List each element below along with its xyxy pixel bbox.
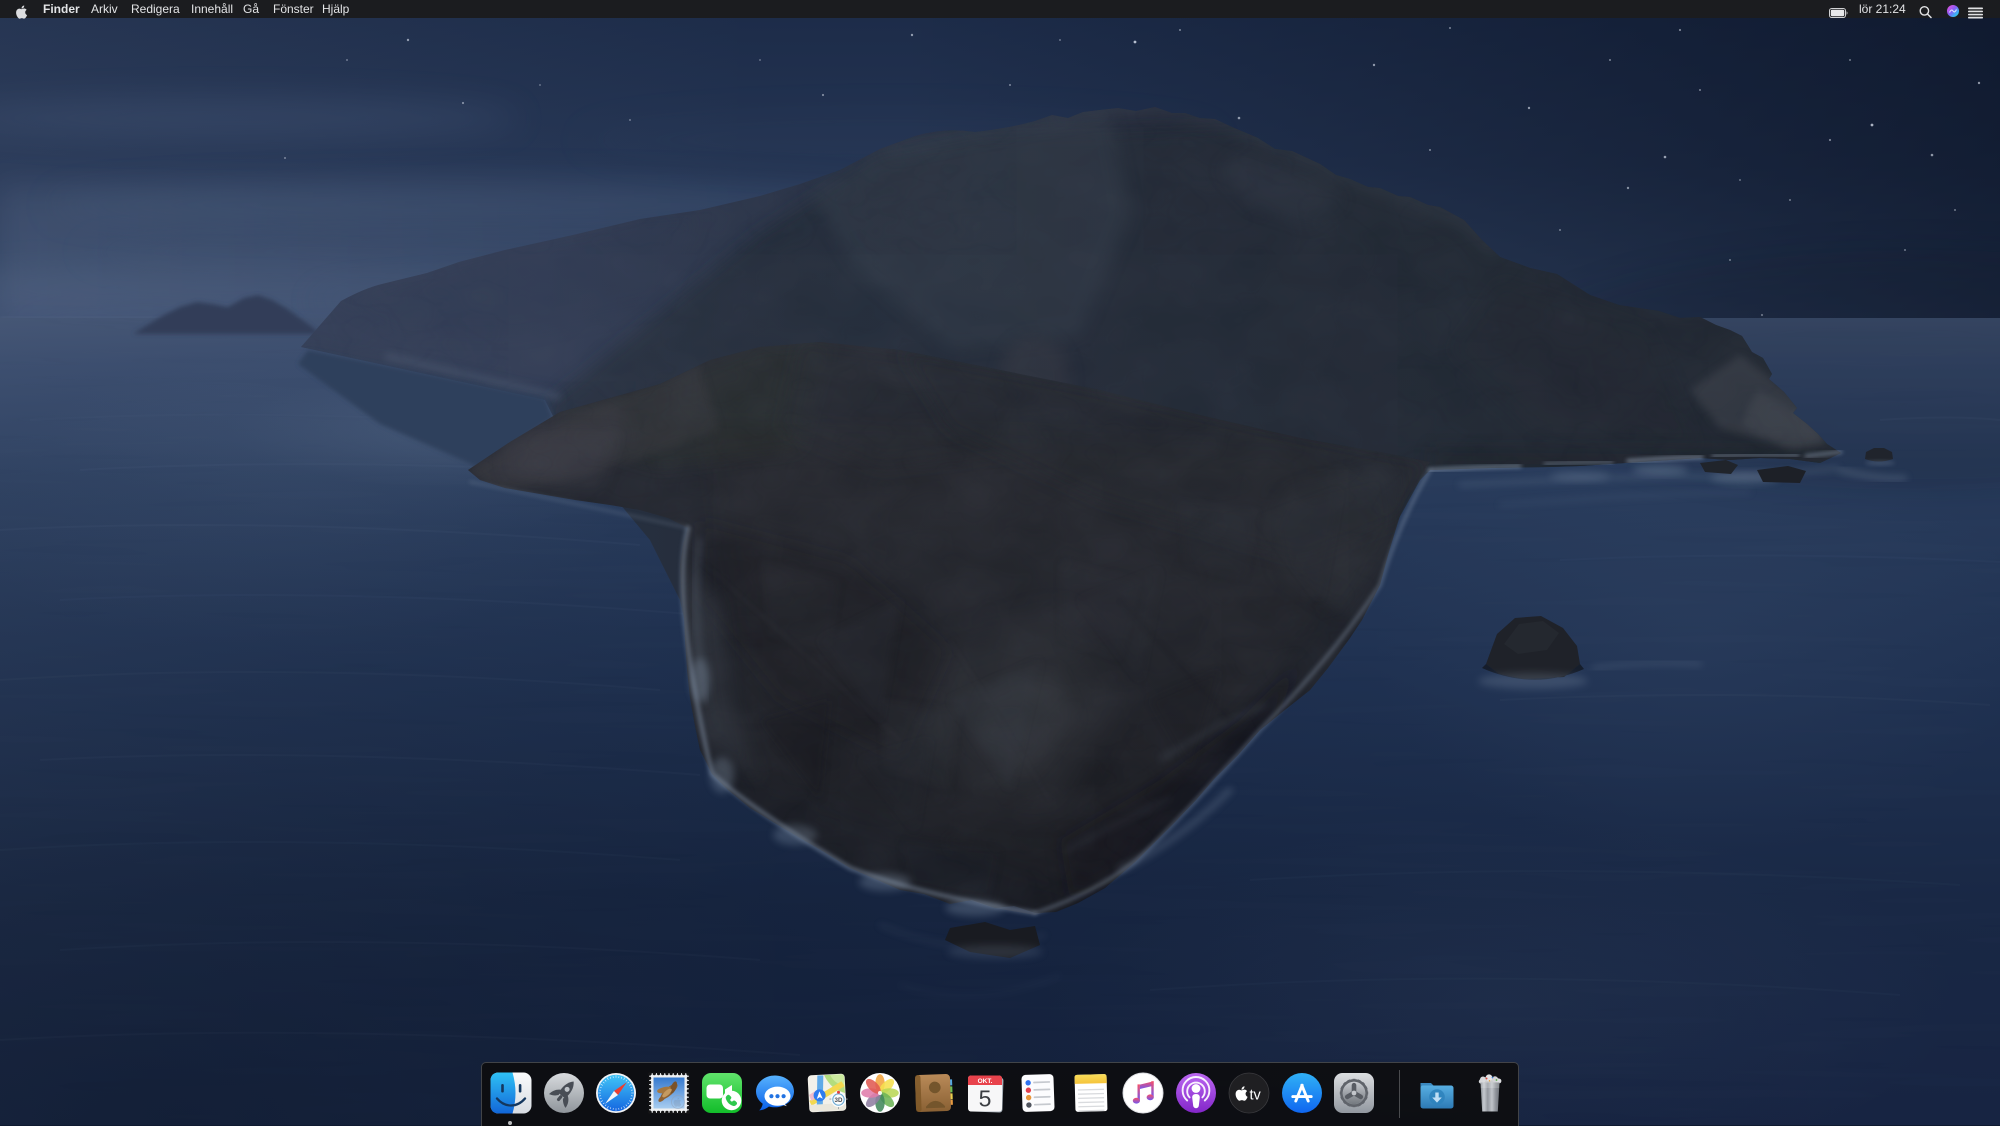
svg-text:3D: 3D (835, 1097, 843, 1104)
svg-text:tv: tv (1249, 1088, 1261, 1104)
svg-text:5: 5 (979, 1086, 992, 1112)
svg-text:OKT.: OKT. (978, 1078, 993, 1085)
